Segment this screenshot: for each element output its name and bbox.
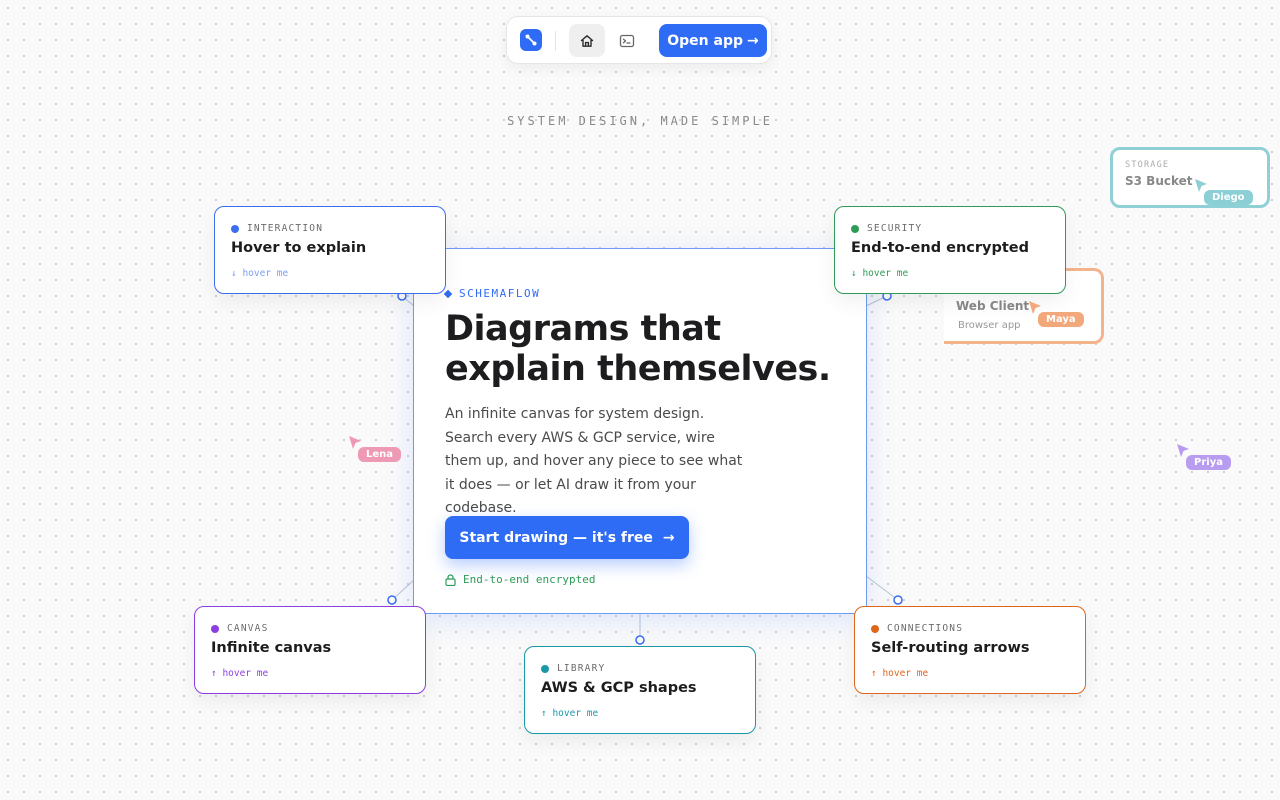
open-app-button[interactable]: Open app → <box>659 24 767 57</box>
category-dot <box>211 624 219 633</box>
category-dot <box>231 224 239 233</box>
secure-note-text: End-to-end encrypted <box>463 573 596 586</box>
card-category-label: LIBRARY <box>557 663 606 674</box>
hero-title: Diagrams that explain themselves. <box>445 309 845 389</box>
ghost-card-category: STORAGE <box>1125 160 1170 170</box>
ghost-card-subtitle: Browser app <box>958 320 1021 331</box>
ghost-card-title: Web Client <box>956 299 1030 313</box>
tagline: SYSTEM DESIGN, MADE SIMPLE <box>507 114 773 128</box>
open-app-label: Open app <box>667 32 743 49</box>
card-interaction[interactable]: INTERACTION Hover to explain ↓ hover me <box>214 206 446 294</box>
card-category: INTERACTION <box>231 223 323 234</box>
cursor-priya: Priya <box>1176 443 1231 470</box>
card-category: CONNECTIONS <box>871 623 963 634</box>
anchor-dot <box>635 635 645 645</box>
card-hint: ↓ hover me <box>231 268 289 279</box>
card-category-label: INTERACTION <box>247 223 324 234</box>
logo-icon <box>525 34 537 46</box>
home-button[interactable] <box>569 24 605 57</box>
nav-divider <box>555 31 556 51</box>
cursor-label: Lena <box>358 447 402 462</box>
card-canvas[interactable]: CANVAS Infinite canvas ↑ hover me <box>194 606 426 694</box>
card-category-label: CONNECTIONS <box>887 623 964 634</box>
top-nav: Open app → <box>506 16 772 64</box>
cursor-maya: Maya <box>1028 300 1084 327</box>
card-category: SECURITY <box>851 223 922 234</box>
secure-note: End-to-end encrypted <box>445 573 595 586</box>
cursor-label: Priya <box>1186 455 1231 470</box>
terminal-button[interactable] <box>609 24 645 57</box>
hero-title-line2: explain themselves. <box>445 349 831 389</box>
card-hint: ↑ hover me <box>541 708 599 719</box>
card-hint: ↓ hover me <box>851 268 909 279</box>
hero-description: An infinite canvas for system design. Se… <box>445 406 743 516</box>
anchor-dot <box>387 595 397 605</box>
card-hint: ↑ hover me <box>871 668 929 679</box>
card-connections[interactable]: CONNECTIONS Self-routing arrows ↑ hover … <box>854 606 1086 694</box>
start-drawing-button[interactable]: Start drawing — it's free → <box>445 516 689 559</box>
card-title: Hover to explain <box>231 240 367 256</box>
diamond-icon <box>443 289 453 298</box>
arrow-right-icon: → <box>747 32 759 49</box>
card-title: Infinite canvas <box>211 640 332 656</box>
terminal-icon <box>619 34 635 47</box>
cursor-label: Maya <box>1038 312 1084 327</box>
hero-card: SCHEMAFLOW Diagrams that explain themsel… <box>413 248 867 614</box>
cursor-diego: Diego <box>1194 178 1253 205</box>
cursor-label: Diego <box>1204 190 1253 205</box>
card-library[interactable]: LIBRARY AWS & GCP shapes ↑ hover me <box>524 646 756 734</box>
schemaflow-logo[interactable] <box>520 29 542 51</box>
cta-label: Start drawing — it's free <box>459 529 653 546</box>
card-category: LIBRARY <box>541 663 605 674</box>
card-title: Self-routing arrows <box>871 640 1030 656</box>
cursor-lena: Lena <box>348 435 402 462</box>
anchor-dot <box>893 595 903 605</box>
ghost-card-title: S3 Bucket <box>1125 174 1193 188</box>
arrow-right-icon: → <box>662 529 675 546</box>
hero-eyebrow: SCHEMAFLOW <box>443 287 541 300</box>
card-category-label: SECURITY <box>867 223 923 234</box>
card-category: CANVAS <box>211 623 269 634</box>
home-icon <box>580 34 594 47</box>
category-dot <box>851 224 859 233</box>
card-title: End-to-end encrypted <box>851 240 1030 256</box>
card-title: AWS & GCP shapes <box>541 680 697 696</box>
eyebrow-text: SCHEMAFLOW <box>459 287 541 300</box>
category-dot <box>541 664 549 673</box>
card-security[interactable]: SECURITY End-to-end encrypted ↓ hover me <box>834 206 1066 294</box>
card-category-label: CANVAS <box>227 623 269 634</box>
hero-title-line1: Diagrams that <box>445 309 721 349</box>
lock-icon <box>445 573 456 586</box>
category-dot <box>871 624 879 633</box>
card-hint: ↑ hover me <box>211 668 269 679</box>
